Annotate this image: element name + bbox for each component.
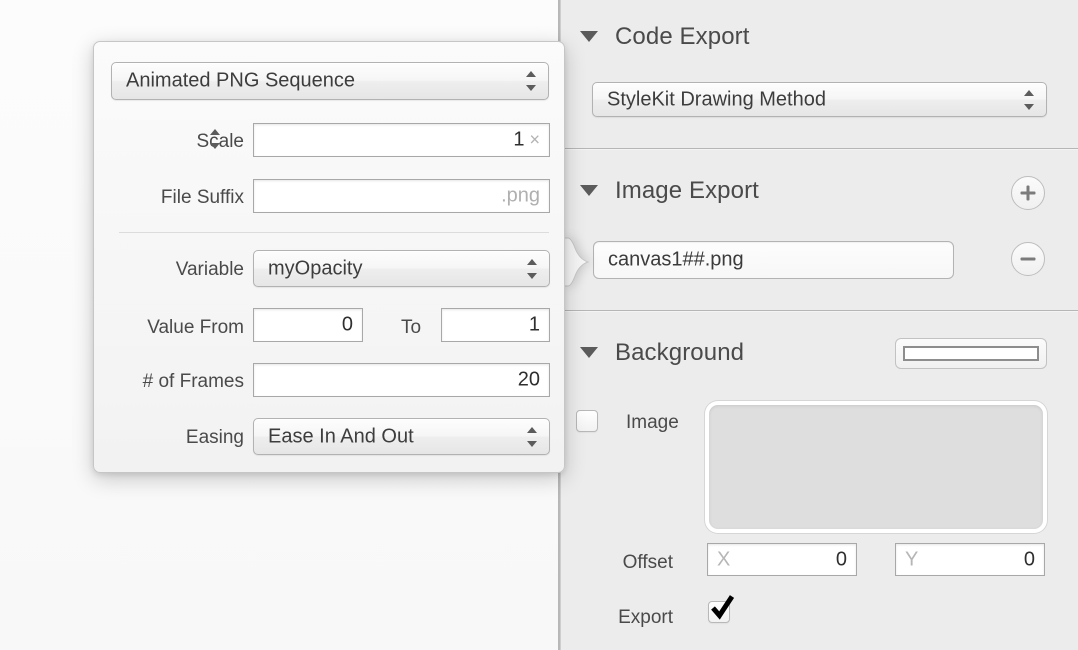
easing-value: Ease In And Out: [268, 425, 414, 447]
image-export-filename-field[interactable]: canvas1##.png: [593, 241, 954, 279]
popover-pointer: [563, 237, 590, 287]
code-export-method-value: StyleKit Drawing Method: [607, 88, 826, 110]
export-format-value: Animated PNG Sequence: [126, 69, 356, 92]
value-from-label: Value From: [147, 317, 244, 338]
triangle-down-icon-background[interactable]: [580, 347, 598, 358]
background-color-well[interactable]: [895, 338, 1047, 369]
section-title-image-export: Image Export: [615, 177, 759, 204]
code-export-method-popup[interactable]: StyleKit Drawing Method: [592, 82, 1047, 117]
value-from-field[interactable]: 0: [253, 308, 363, 342]
popover-separator: [119, 232, 549, 233]
easing-label: Easing: [185, 427, 244, 448]
offset-y-placeholder: Y: [905, 548, 919, 570]
background-offset-label: Offset: [622, 552, 673, 573]
value-to-field[interactable]: 1: [441, 308, 550, 342]
chevron-updown-icon: [527, 426, 538, 448]
background-image-label: Image: [626, 412, 679, 433]
variable-popup[interactable]: myOpacity: [253, 250, 550, 287]
offset-x-placeholder: X: [717, 548, 731, 570]
value-to-value: 1: [528, 313, 540, 336]
separator-code-image: [561, 148, 1078, 149]
separator-image-background: [561, 310, 1078, 311]
file-suffix-label: File Suffix: [160, 187, 244, 208]
easing-popup[interactable]: Ease In And Out: [253, 418, 550, 455]
section-title-background: Background: [615, 339, 745, 366]
offset-x-value: 0: [835, 548, 847, 570]
scale-number: 1: [513, 128, 525, 151]
triangle-down-icon-code-export[interactable]: [580, 31, 598, 42]
chevron-updown-icon: [527, 258, 538, 280]
variable-label: Variable: [175, 259, 244, 280]
export-settings-popover: Animated PNG Sequence Scale 1 × File Suff…: [93, 41, 565, 473]
scale-field[interactable]: 1 ×: [253, 123, 550, 157]
inspector-panel: Code Export StyleKit Drawing Method Imag…: [561, 0, 1078, 650]
value-from-value: 0: [341, 313, 353, 336]
to-label: To: [401, 317, 422, 338]
add-image-export-button[interactable]: [1011, 176, 1045, 210]
chevron-updown-icon: [1024, 89, 1035, 111]
variable-value: myOpacity: [268, 257, 363, 279]
background-image-checkbox[interactable]: [576, 410, 598, 432]
frames-label: # of Frames: [142, 371, 244, 392]
background-export-label: Export: [618, 607, 673, 628]
scale-value: 1 ×: [513, 129, 540, 152]
file-suffix-placeholder: .png: [501, 184, 540, 207]
remove-image-export-button[interactable]: [1011, 242, 1045, 276]
checkmark-icon: [711, 595, 735, 620]
frames-value: 20: [517, 368, 540, 391]
background-color-swatch: [903, 346, 1039, 361]
background-offset-x-field[interactable]: X 0: [707, 543, 857, 576]
scale-label: Scale: [196, 131, 244, 152]
image-export-filename-value: canvas1##.png: [608, 248, 744, 271]
section-title-code-export: Code Export: [615, 23, 750, 50]
triangle-down-icon-image-export[interactable]: [580, 185, 598, 196]
frames-field[interactable]: 20: [253, 363, 550, 397]
background-image-well[interactable]: [709, 405, 1043, 529]
scale-stepper[interactable]: [210, 128, 221, 150]
offset-y-value: 0: [1023, 548, 1035, 570]
background-export-checkbox[interactable]: [708, 595, 735, 623]
export-format-popup[interactable]: Animated PNG Sequence: [111, 62, 549, 100]
background-offset-y-field[interactable]: Y 0: [895, 543, 1045, 576]
minus-icon: [1020, 257, 1036, 261]
file-suffix-field[interactable]: .png: [253, 179, 550, 213]
chevron-updown-icon: [526, 70, 537, 92]
scale-unit: ×: [529, 129, 540, 150]
